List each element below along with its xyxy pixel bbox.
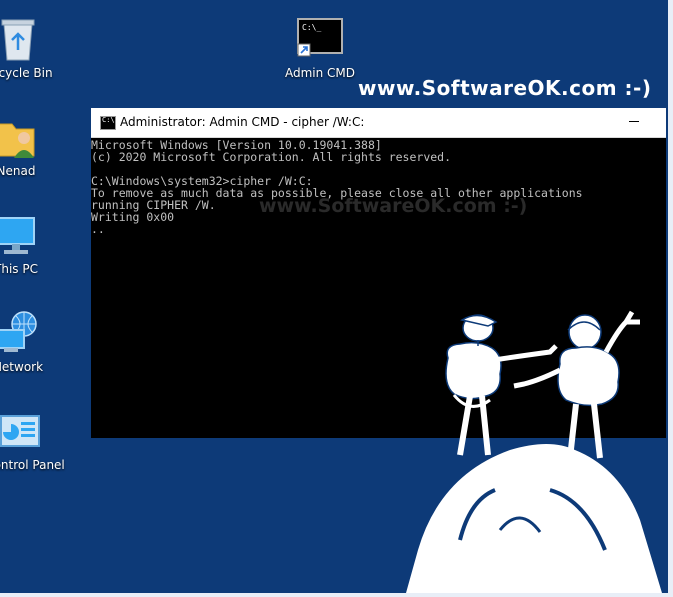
desktop-icon-label: Network	[0, 360, 44, 374]
desktop-bottom-edge	[0, 593, 673, 597]
network-icon	[0, 311, 37, 352]
dancing-figures-illustration	[406, 310, 662, 593]
svg-text:C:\_: C:\_	[302, 23, 321, 32]
watermark-text: www.SoftwareOK.com :-)	[358, 76, 652, 100]
desktop-icon-this-pc[interactable]: This PC	[0, 210, 56, 280]
console-line: (c) 2020 Microsoft Corporation. All righ…	[91, 150, 452, 164]
cmd-window-icon-text: C:\	[102, 116, 115, 124]
cmd-window-icon: C:\	[100, 116, 116, 130]
computer-icon	[0, 217, 35, 254]
desktop-icon-nenad[interactable]: Nenad	[0, 112, 56, 182]
desktop-icon-recycle-bin[interactable]: Recycle Bin	[0, 14, 58, 84]
hill-shape	[406, 444, 662, 593]
desktop-icon-network[interactable]: Network	[0, 308, 58, 378]
console-watermark: www.SoftwareOK.com :-)	[259, 195, 528, 217]
recycle-bin-icon	[1, 19, 35, 61]
desktop-icon-label: Admin CMD	[284, 66, 356, 80]
cmd-titlebar[interactable]: C:\ Administrator: Admin CMD - cipher /W…	[91, 108, 666, 138]
minimize-button[interactable]	[625, 112, 643, 130]
cmd-shortcut-icon: C:\_	[297, 18, 343, 57]
desktop-icon-label: Recycle Bin	[0, 66, 53, 80]
console-cursor-line: ..	[91, 222, 105, 236]
right-figure	[513, 310, 640, 459]
control-panel-icon	[0, 415, 40, 447]
user-folder-icon	[0, 123, 35, 158]
desktop-icon-admin-cmd[interactable]: C:\_ Admin CMD	[280, 16, 360, 86]
window-title: Administrator: Admin CMD - cipher /W:C:	[120, 115, 365, 129]
desktop-icon-control-panel[interactable]: Control Panel	[0, 406, 65, 476]
desktop-icon-label: Control Panel	[0, 458, 65, 472]
left-figure	[445, 314, 558, 456]
desktop-icon-label: This PC	[0, 262, 38, 276]
desktop-icon-label: Nenad	[0, 164, 36, 178]
desktop-right-edge	[668, 0, 673, 597]
